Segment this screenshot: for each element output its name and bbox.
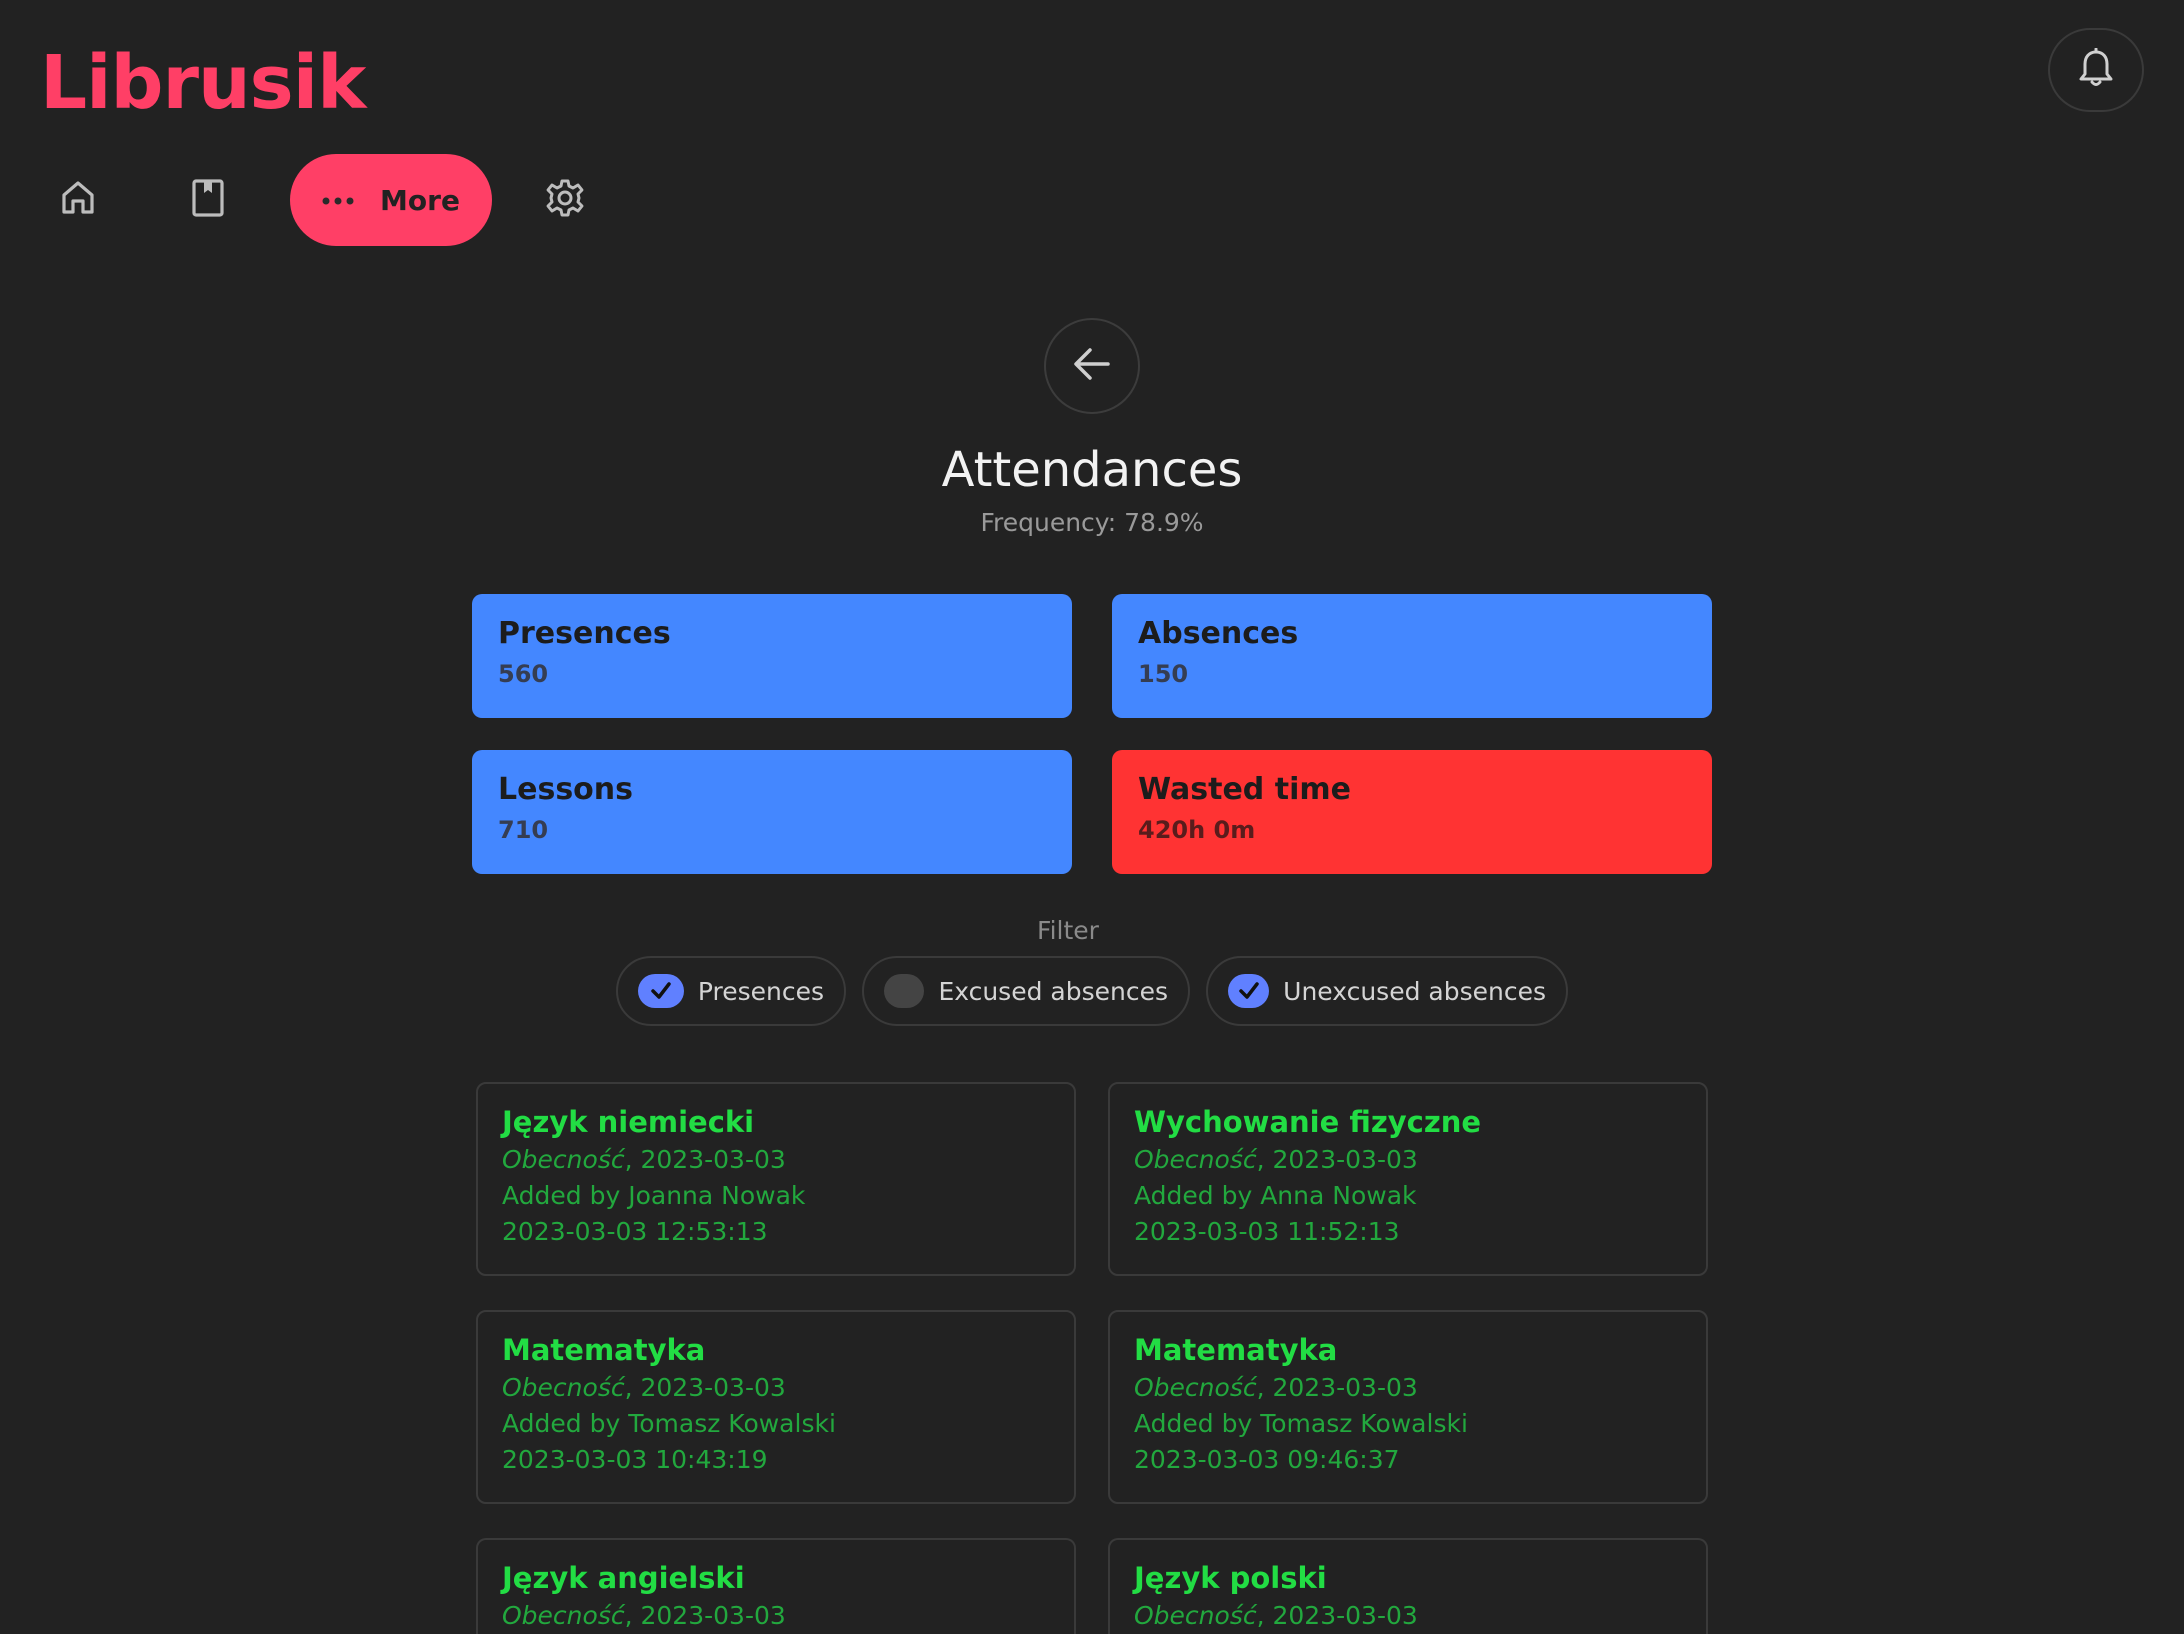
card-subject: Matematyka [1134, 1333, 1338, 1367]
attendance-card[interactable]: Język angielski Obecność, 2023-03-03 [476, 1538, 1076, 1634]
stat-card-lessons: Lessons 710 [472, 750, 1072, 874]
attendance-date: , 2023-03-03 [1256, 1373, 1418, 1402]
stat-label: Absences [1138, 616, 1299, 651]
attendance-date: , 2023-03-03 [1256, 1145, 1418, 1174]
chip-label: Unexcused absences [1283, 976, 1546, 1006]
nav-home-button[interactable] [52, 174, 104, 226]
timestamp: 2023-03-03 11:52:13 [1134, 1217, 1400, 1246]
nav-grades-button[interactable] [182, 174, 234, 226]
filter-label: Filter [1037, 916, 1099, 945]
card-subject: Wychowanie fizyczne [1134, 1105, 1482, 1139]
page-title: Attendances [941, 442, 1243, 498]
nav-more-label: More [380, 183, 460, 217]
attendance-card[interactable]: Matematyka Obecność, 2023-03-03 Added by… [1108, 1310, 1708, 1504]
arrow-left-icon [1072, 346, 1112, 386]
added-by: Added by Tomasz Kowalski [502, 1409, 836, 1438]
attendance-card[interactable]: Język niemiecki Obecność, 2023-03-03 Add… [476, 1082, 1076, 1276]
card-subject: Matematyka [502, 1333, 706, 1367]
back-button[interactable] [1044, 318, 1140, 414]
attendance-type: Obecność [502, 1145, 625, 1174]
card-type-line: Obecność, 2023-03-03 [1134, 1370, 1682, 1406]
card-subject: Język angielski [502, 1561, 745, 1595]
card-type-line: Obecność, 2023-03-03 [1134, 1598, 1682, 1634]
attendance-type: Obecność [502, 1601, 625, 1630]
checkbox-unchecked[interactable] [884, 974, 925, 1008]
timestamp: 2023-03-03 10:43:19 [502, 1445, 768, 1474]
stat-label: Wasted time [1138, 772, 1351, 807]
timestamp: 2023-03-03 12:53:13 [502, 1217, 768, 1246]
added-by: Added by Joanna Nowak [502, 1181, 806, 1210]
card-type-line: Obecność, 2023-03-03 [502, 1598, 1050, 1634]
frequency-text: Frequency: 78.9% [980, 508, 1204, 537]
checkbox-checked[interactable] [638, 974, 684, 1008]
filter-chip-unexcused-absences[interactable]: Unexcused absences [1206, 956, 1568, 1026]
attendance-card[interactable]: Język polski Obecność, 2023-03-03 [1108, 1538, 1708, 1634]
book-icon [190, 178, 226, 222]
bell-icon [2078, 47, 2114, 92]
nav-more-button[interactable]: More [290, 154, 492, 246]
card-type-line: Obecność, 2023-03-03 [1134, 1142, 1682, 1178]
attendance-date: , 2023-03-03 [624, 1373, 786, 1402]
attendance-date: , 2023-03-03 [624, 1145, 786, 1174]
stat-value: 420h 0m [1138, 816, 1256, 844]
notifications-button[interactable] [2048, 28, 2144, 112]
card-subject: Język niemiecki [502, 1105, 755, 1139]
stat-label: Presences [498, 616, 671, 651]
added-by: Added by Anna Nowak [1134, 1181, 1417, 1210]
nav-settings-button[interactable] [539, 174, 591, 226]
attendance-type: Obecność [1134, 1145, 1257, 1174]
filter-chip-excused-absences[interactable]: Excused absences [862, 956, 1190, 1026]
stat-value: 150 [1138, 660, 1189, 688]
check-icon [1238, 982, 1259, 999]
attendance-date: , 2023-03-03 [624, 1601, 786, 1630]
attendance-date: , 2023-03-03 [1256, 1601, 1418, 1630]
card-type-line: Obecność, 2023-03-03 [502, 1370, 1050, 1406]
app-logo[interactable]: Librusik [40, 38, 366, 128]
main-navigation: More [0, 154, 700, 246]
more-dots-icon [322, 191, 354, 210]
attendance-type: Obecność [1134, 1373, 1257, 1402]
stat-card-presences: Presences 560 [472, 594, 1072, 718]
card-subject: Język polski [1134, 1561, 1327, 1595]
stat-card-absences: Absences 150 [1112, 594, 1712, 718]
timestamp: 2023-03-03 09:46:37 [1134, 1445, 1400, 1474]
stat-value: 560 [498, 660, 549, 688]
chip-label: Excused absences [938, 976, 1168, 1006]
stat-label: Lessons [498, 772, 633, 807]
attendance-type: Obecność [1134, 1601, 1257, 1630]
filter-chip-presences[interactable]: Presences [616, 956, 846, 1026]
attendance-type: Obecność [502, 1373, 625, 1402]
chip-label: Presences [697, 976, 824, 1006]
attendance-card[interactable]: Wychowanie fizyczne Obecność, 2023-03-03… [1108, 1082, 1708, 1276]
stat-value: 710 [498, 816, 549, 844]
gear-icon [545, 178, 585, 222]
added-by: Added by Tomasz Kowalski [1134, 1409, 1468, 1438]
card-type-line: Obecność, 2023-03-03 [502, 1142, 1050, 1178]
attendance-card[interactable]: Matematyka Obecność, 2023-03-03 Added by… [476, 1310, 1076, 1504]
checkbox-checked[interactable] [1228, 974, 1270, 1008]
home-icon [59, 179, 97, 221]
stat-card-wasted-time: Wasted time 420h 0m [1112, 750, 1712, 874]
check-icon [651, 982, 671, 999]
